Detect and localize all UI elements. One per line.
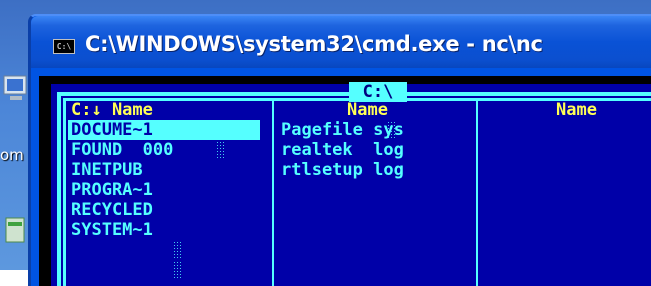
window-title: C:\WINDOWS\system32\cmd.exe - nc\nc — [85, 32, 543, 56]
dither-mark — [173, 261, 183, 279]
dither-mark — [216, 141, 226, 159]
column-header-1[interactable]: C:↓ Name — [71, 100, 153, 120]
file-item[interactable]: rtlsetup log — [281, 160, 404, 180]
column-divider-2 — [476, 98, 478, 286]
file-item[interactable]: DOCUME~1 — [71, 120, 153, 140]
desktop-icon-label: om — [0, 146, 24, 164]
title-bar[interactable]: C:\ C:\WINDOWS\system32\cmd.exe - nc\nc — [31, 16, 651, 68]
console-area[interactable]: C:\ C:↓ Name Name Name DOCUME~1 FOUND 00… — [39, 76, 651, 286]
column-divider-1 — [272, 98, 274, 286]
file-item[interactable]: realtek log — [281, 140, 404, 160]
cmd-window[interactable]: C:\ C:\WINDOWS\system32\cmd.exe - nc\nc … — [28, 14, 651, 286]
file-item[interactable]: PROGRA~1 — [71, 180, 153, 200]
dither-mark — [387, 121, 397, 139]
dither-mark — [173, 241, 183, 259]
file-item[interactable]: INETPUB — [71, 160, 143, 180]
file-item[interactable]: FOUND 000 — [71, 140, 173, 160]
console-icon[interactable]: C:\ — [53, 39, 75, 54]
panel-title: C:\ — [349, 82, 407, 102]
norton-commander-panel[interactable]: C:\ C:↓ Name Name Name DOCUME~1 FOUND 00… — [51, 82, 651, 286]
column-header-2[interactable]: Name — [347, 100, 388, 120]
column-header-3[interactable]: Name — [556, 100, 597, 120]
file-item[interactable]: SYSTEM~1 — [71, 220, 153, 240]
file-item[interactable]: Pagefile sys — [281, 120, 404, 140]
file-item[interactable]: RECYCLED — [71, 200, 153, 220]
computer-icon[interactable] — [2, 70, 28, 110]
recycle-bin-icon[interactable] — [2, 210, 28, 250]
panel-border-left-inner — [63, 98, 66, 286]
